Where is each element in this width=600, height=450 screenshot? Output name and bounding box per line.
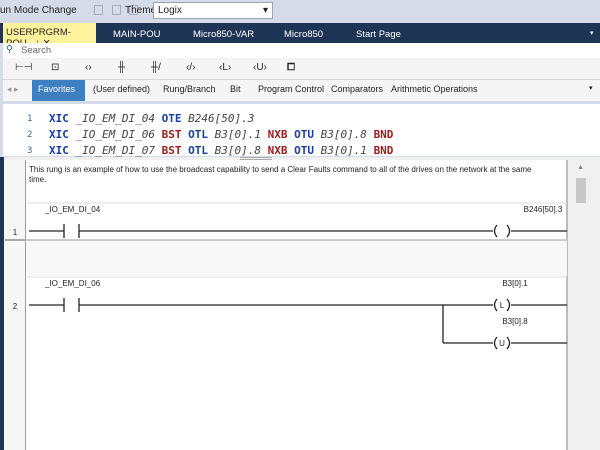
coil-tag-label: B246[50].3: [524, 205, 563, 214]
rung-number: 2: [13, 302, 18, 311]
contact-tag-label: _IO_EM_DI_06: [44, 279, 101, 288]
coil-type: U: [499, 339, 505, 348]
coil-tag-label: B3[0].1: [502, 279, 528, 288]
contact-tag-label: _IO_EM_DI_04: [44, 205, 101, 214]
rung-number: 1: [13, 228, 18, 237]
coil-tag-label: B3[0].8: [502, 317, 528, 326]
ladder-diagram: 1 _IO_EM_DI_04 B246[50].3 2 _IO_EM_DI_06 L B3[…: [5, 202, 567, 350]
coil-icon: [493, 224, 511, 238]
rung-gap: [27, 241, 567, 276]
coil-type: L: [500, 301, 505, 310]
